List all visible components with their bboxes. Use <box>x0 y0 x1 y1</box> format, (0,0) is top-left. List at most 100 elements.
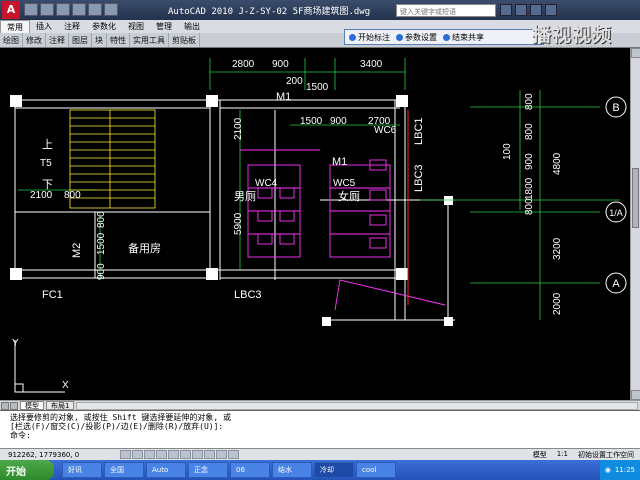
command-prompt[interactable]: 命令: <box>10 431 630 440</box>
panel-modify[interactable]: 修改 <box>23 33 46 47</box>
dim-r-800b: 800 <box>524 123 535 140</box>
task-button[interactable]: cool <box>356 462 396 478</box>
tab-view[interactable]: 视图 <box>122 20 150 33</box>
taskbar-buttons: 好讯 全国 Auto 正念 06 结水 冷却 cool <box>54 462 396 478</box>
panel-layers[interactable]: 图层 <box>69 33 92 47</box>
wc5-label: WC5 <box>333 178 356 189</box>
settings-icon <box>396 33 403 41</box>
tab-parametric[interactable]: 参数化 <box>86 20 122 33</box>
start-markup-label: 开始标注 <box>358 32 390 42</box>
tab-prev-icon[interactable] <box>1 401 9 410</box>
dim-900b: 900 <box>330 116 347 127</box>
status-right: 模型 1:1 初始设置工作空间 <box>533 450 640 460</box>
start-button[interactable]: 开始 <box>0 460 54 480</box>
panel-draw[interactable]: 绘图 <box>0 33 23 47</box>
task-button[interactable]: 全国 <box>104 462 144 478</box>
tab-model[interactable]: 模型 <box>20 401 44 410</box>
otrack-icon[interactable] <box>180 450 191 459</box>
dim-r-800c: 800 <box>524 198 535 215</box>
ortho-icon[interactable] <box>144 450 155 459</box>
print-icon[interactable] <box>104 3 118 16</box>
scroll-thumb[interactable] <box>632 168 639 228</box>
redo-icon[interactable] <box>88 3 102 16</box>
men-toilet-label: 男厕 <box>234 190 256 203</box>
tab-layout1[interactable]: 布局1 <box>46 401 75 410</box>
infocenter-icons <box>500 4 557 16</box>
search-icon[interactable] <box>500 4 512 16</box>
ucs-x-label: X <box>62 380 69 391</box>
door-m1b-label: M1 <box>332 156 347 168</box>
annotation-scale[interactable]: 1:1 <box>557 450 568 460</box>
dim-r-100: 100 <box>502 143 513 160</box>
dim-r-900: 900 <box>524 153 535 170</box>
tab-next-icon[interactable] <box>10 401 18 410</box>
lbc1-label: LBC1 <box>413 117 425 145</box>
end-share-button[interactable]: 结束共享 <box>443 32 484 43</box>
door-m1a-label: M1 <box>276 91 291 103</box>
dyn-icon[interactable] <box>204 450 215 459</box>
vertical-scrollbar[interactable] <box>630 48 640 400</box>
panel-utilities[interactable]: 实用工具 <box>130 33 169 47</box>
search-input[interactable]: 键入关键字或短语 <box>396 4 496 17</box>
command-history-2: [栏选(F)/窗交(C)/投影(P)/边(E)/删除(R)/放弃(U)]: <box>10 422 224 431</box>
tab-home[interactable]: 常用 <box>0 20 30 33</box>
task-button[interactable]: Auto <box>146 462 186 478</box>
autocad-logo[interactable]: A <box>2 1 20 19</box>
task-button-active[interactable]: 冷却 <box>314 462 354 478</box>
command-line[interactable]: 选择要修剪的对象, 或按住 Shift 键选择要延伸的对象, 或 [栏选(F)/… <box>0 410 640 448</box>
qp-icon[interactable] <box>228 450 239 459</box>
snap-icon[interactable] <box>120 450 131 459</box>
polar-icon[interactable] <box>156 450 167 459</box>
tab-insert[interactable]: 插入 <box>30 20 58 33</box>
start-markup-button[interactable]: 开始标注 <box>349 32 390 43</box>
workspace-switch[interactable]: 初始设置工作空间 <box>578 450 634 460</box>
task-button[interactable]: 06 <box>230 462 270 478</box>
clock[interactable]: 11:25 <box>615 466 635 474</box>
drawing-canvas[interactable]: B 1/A A 2800 900 200 1500 3400 1500 900 … <box>0 48 630 400</box>
undo-icon[interactable] <box>72 3 86 16</box>
panel-properties[interactable]: 特性 <box>107 33 130 47</box>
help-icon[interactable] <box>545 4 557 16</box>
lineweight-icon[interactable] <box>216 450 227 459</box>
drafting-toggles <box>120 450 239 459</box>
dim-r-3200: 3200 <box>552 237 563 260</box>
grid-bubble-1a: 1/A <box>609 208 623 218</box>
dim-r-800: 800 <box>524 93 535 110</box>
stair-down-label: 下 <box>42 179 53 191</box>
model-button[interactable]: 模型 <box>533 450 547 460</box>
task-button[interactable]: 结水 <box>272 462 312 478</box>
ducs-icon[interactable] <box>192 450 203 459</box>
params-button[interactable]: 参数设置 <box>396 32 437 43</box>
tab-output[interactable]: 输出 <box>178 20 206 33</box>
tab-annotate[interactable]: 注释 <box>58 20 86 33</box>
grid-icon[interactable] <box>132 450 143 459</box>
panel-annotation[interactable]: 注释 <box>46 33 69 47</box>
dim-1500b: 1500 <box>300 116 323 127</box>
grid-bubble-b: B <box>612 102 619 114</box>
lbc3a-label: LBC3 <box>413 164 425 192</box>
wc4-label: WC4 <box>255 178 278 189</box>
favorites-icon[interactable] <box>530 4 542 16</box>
dim-r-2000: 2000 <box>552 292 563 315</box>
panel-clipboard[interactable]: 剪贴板 <box>169 33 200 47</box>
tray-icon[interactable]: ◉ <box>605 466 611 474</box>
system-tray: ◉ 11:25 <box>599 460 640 480</box>
task-button[interactable]: 正念 <box>188 462 228 478</box>
open-icon[interactable] <box>40 3 54 16</box>
communication-icon[interactable] <box>515 4 527 16</box>
dim-800: 800 <box>64 190 81 201</box>
door-m2-label: M2 <box>71 243 83 258</box>
scroll-down-icon[interactable] <box>631 390 640 400</box>
osnap-icon[interactable] <box>168 450 179 459</box>
spare-room-label: 备用房 <box>128 241 161 255</box>
new-icon[interactable] <box>24 3 38 16</box>
save-icon[interactable] <box>56 3 70 16</box>
panel-block[interactable]: 块 <box>92 33 107 47</box>
tab-manage[interactable]: 管理 <box>150 20 178 33</box>
horizontal-scrollbar[interactable] <box>76 401 638 410</box>
ucs-icon <box>14 340 65 393</box>
window-title: AutoCAD 2010 J-Z-SY-02 5F商场建筑图.dwg <box>168 7 371 17</box>
end-share-label: 结束共享 <box>452 32 484 42</box>
task-button[interactable]: 好讯 <box>62 462 102 478</box>
scroll-up-icon[interactable] <box>631 48 640 58</box>
